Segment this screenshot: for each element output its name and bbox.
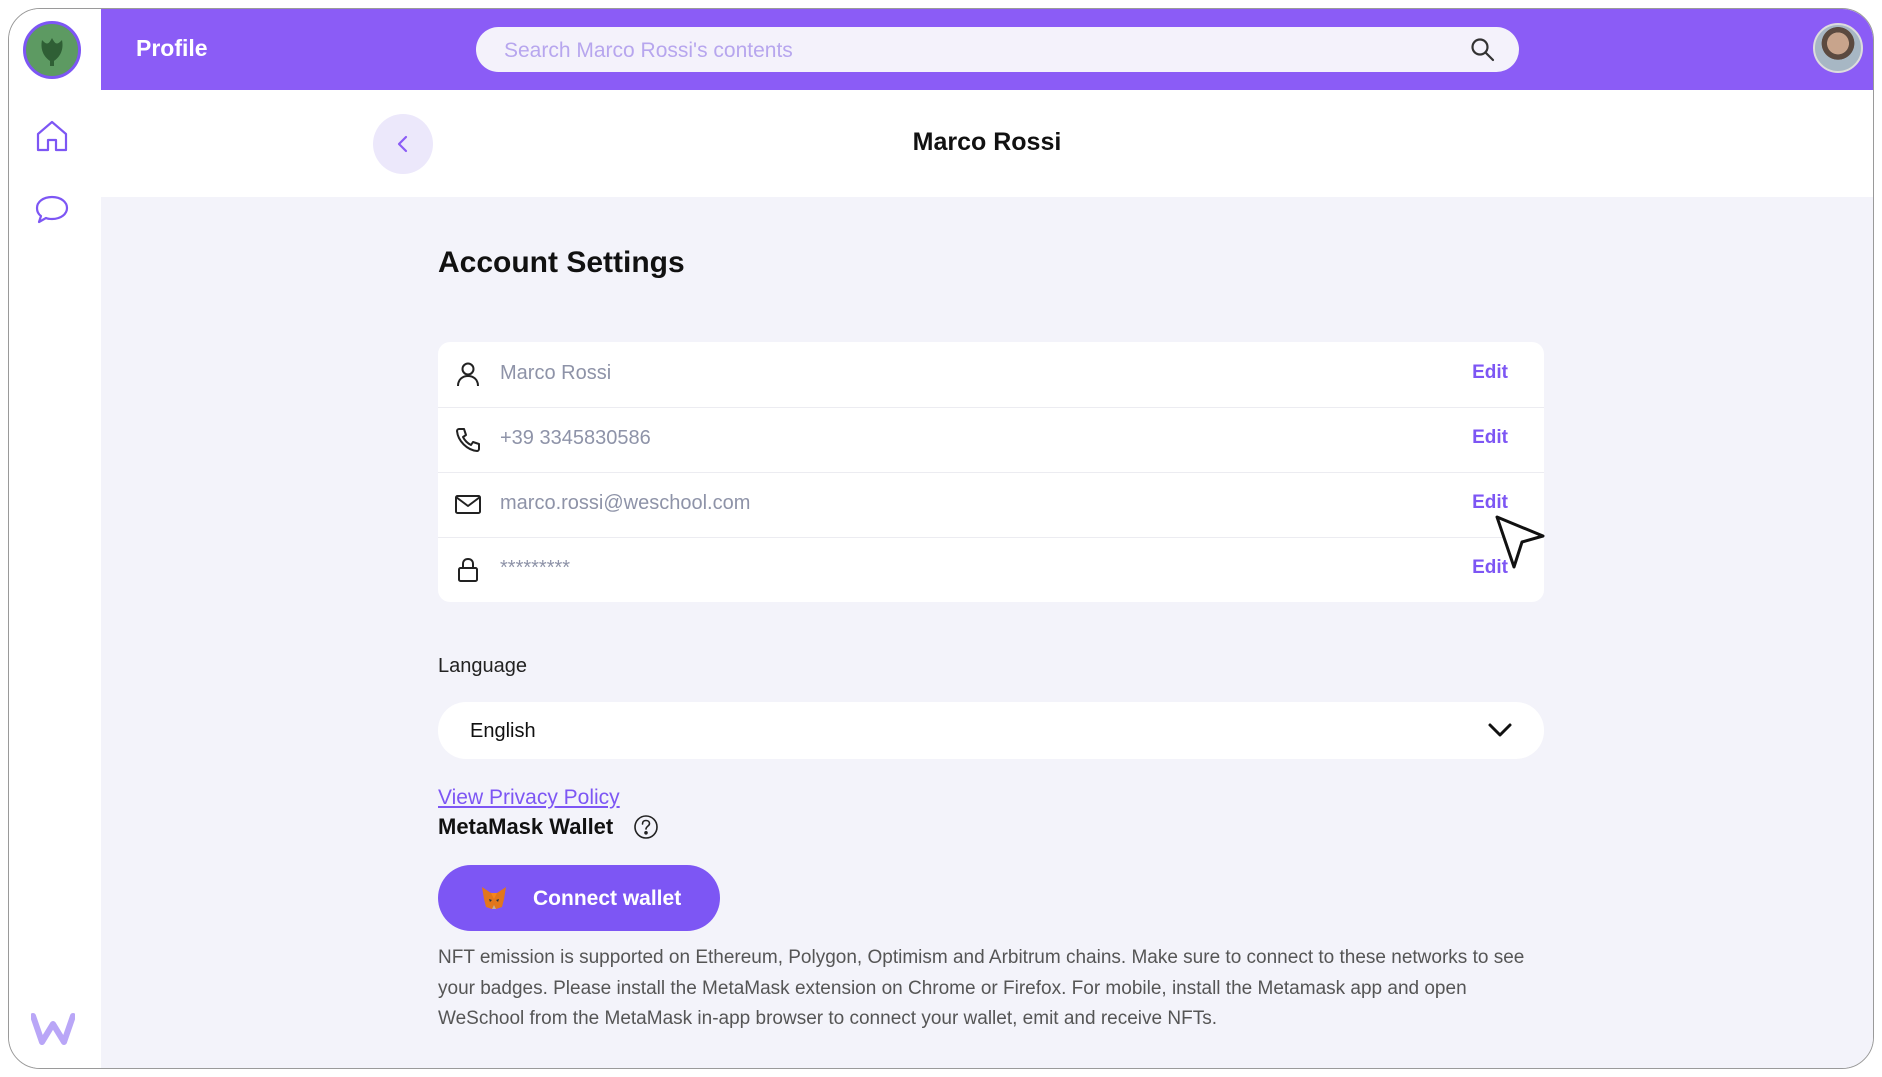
password-value: ********* <box>500 557 571 579</box>
list-item-name: Marco Rossi Edit <box>438 342 1544 408</box>
edit-name-button[interactable]: Edit <box>1472 362 1508 384</box>
nft-info-text: NFT emission is supported on Ethereum, P… <box>438 947 1525 1029</box>
wallet-title: MetaMask Wallet <box>438 814 614 839</box>
metamask-fox-icon <box>480 885 508 911</box>
phone-icon <box>454 425 482 453</box>
help-icon[interactable] <box>633 814 659 840</box>
language-label: Language <box>438 655 527 677</box>
sidebar <box>9 9 102 1068</box>
language-select[interactable]: English <box>438 702 1544 759</box>
language-value: English <box>470 720 536 742</box>
edit-email-button[interactable]: Edit <box>1472 492 1508 514</box>
user-avatar[interactable] <box>1813 23 1863 73</box>
connect-wallet-label: Connect wallet <box>533 887 682 910</box>
home-icon[interactable] <box>32 116 72 156</box>
community-logo-icon[interactable] <box>23 21 81 79</box>
list-item-email: marco.rossi@weschool.com Edit <box>438 472 1544 538</box>
chevron-down-icon <box>1486 718 1514 742</box>
profile-header: Marco Rossi <box>101 90 1873 197</box>
search-input[interactable] <box>502 27 1446 74</box>
list-item-password: ********* Edit <box>438 537 1544 602</box>
edit-phone-button[interactable]: Edit <box>1472 427 1508 449</box>
search-bar <box>476 27 1519 74</box>
list-item-phone: +39 3345830586 Edit <box>438 407 1544 473</box>
weschool-logo-icon <box>30 1012 76 1046</box>
name-value: Marco Rossi <box>500 362 612 384</box>
connect-wallet-button[interactable]: Connect wallet <box>438 865 720 931</box>
topbar-title: Profile <box>136 35 208 61</box>
app-window: Profile Marco Rossi Account Settings <box>8 8 1874 1069</box>
lock-icon <box>454 555 482 583</box>
main-content: Account Settings Marco Rossi Edit +39 33… <box>101 197 1873 1068</box>
email-value: marco.rossi@weschool.com <box>500 492 751 514</box>
privacy-policy-link[interactable]: View Privacy Policy <box>438 786 620 810</box>
phone-value: +39 3345830586 <box>500 427 651 449</box>
search-icon[interactable] <box>1469 36 1497 64</box>
top-bar: Profile <box>101 9 1873 90</box>
page-title: Marco Rossi <box>912 128 1062 156</box>
user-icon <box>454 360 482 388</box>
mouse-cursor-icon <box>1494 514 1546 572</box>
account-card: Marco Rossi Edit +39 3345830586 Edit mar… <box>438 342 1544 602</box>
section-title: Account Settings <box>438 246 685 279</box>
chat-icon[interactable] <box>32 189 72 229</box>
mail-icon <box>454 490 482 518</box>
